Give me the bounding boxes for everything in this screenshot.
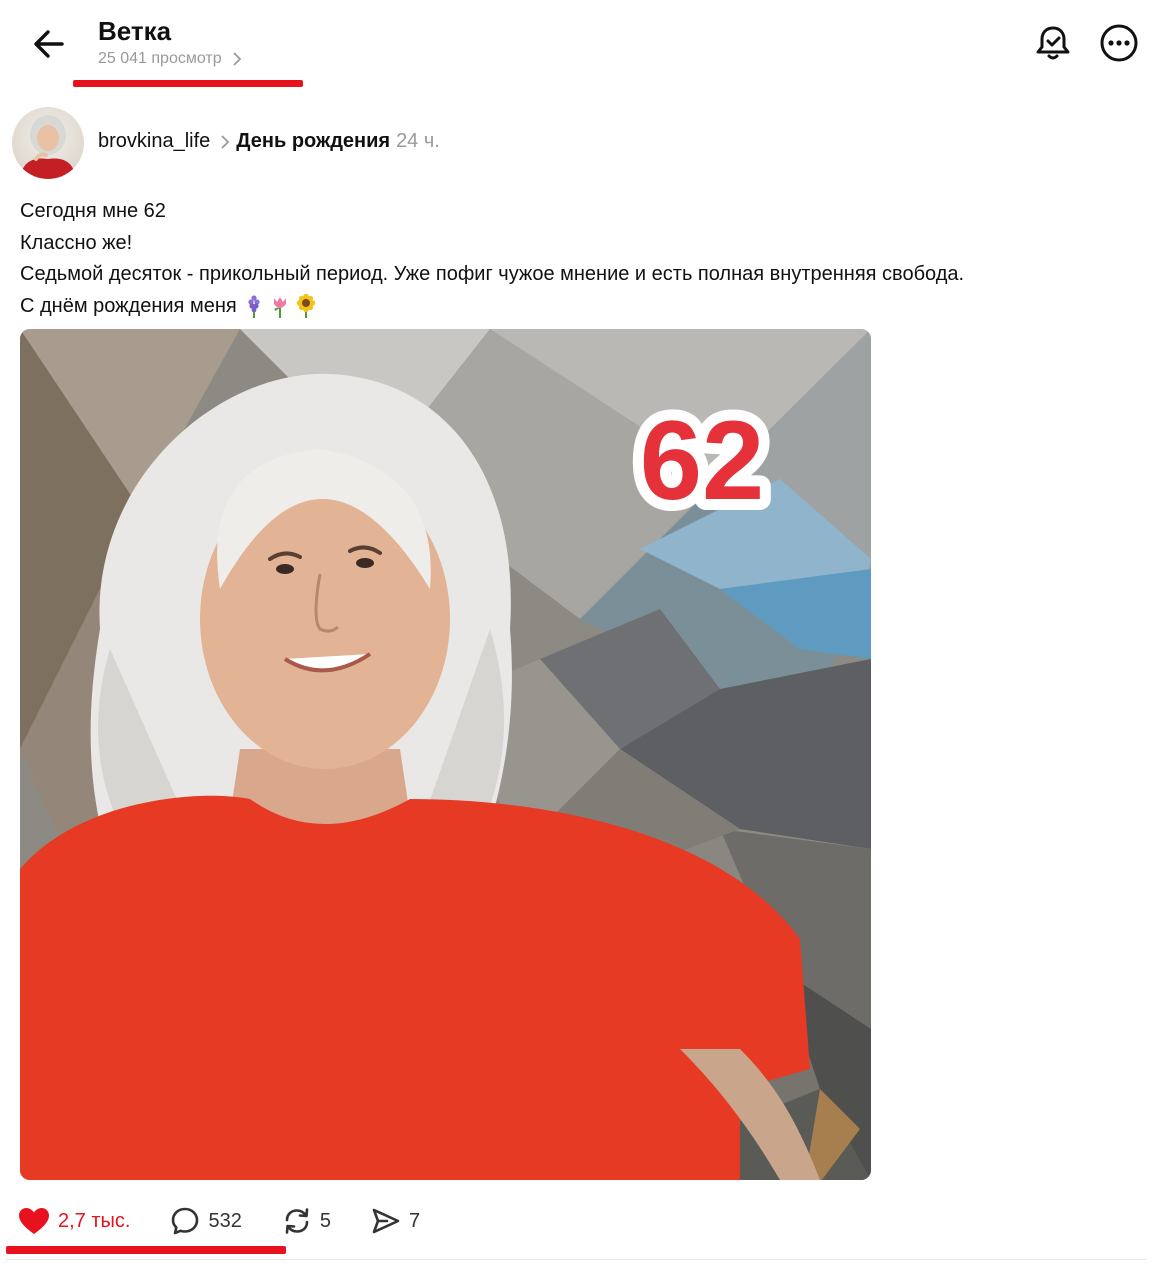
hyacinth-emoji-icon (248, 295, 260, 319)
comment-button[interactable]: 532 (170, 1206, 242, 1236)
post-line-text: С днём рождения меня (20, 294, 237, 317)
post-text: Сегодня мне 62 Классно же! Седьмой десят… (20, 196, 964, 322)
heart-icon (19, 1208, 49, 1234)
back-button[interactable] (26, 22, 74, 66)
post-actions: 2,7 тыс. 532 5 7 (18, 1204, 420, 1238)
post-line: Сегодня мне 62 (20, 200, 166, 222)
post-time: 24 ч. (396, 130, 440, 152)
back-arrow-icon (34, 30, 64, 58)
divider (6, 1259, 1146, 1260)
bell-icon (1036, 26, 1070, 60)
views-link[interactable]: 25 041 просмотр (98, 50, 242, 68)
post-line: Классно же! (20, 231, 133, 254)
sunflower-emoji-icon (296, 294, 315, 319)
chevron-right-icon (220, 134, 230, 150)
notifications-button[interactable] (1030, 20, 1076, 66)
avatar[interactable] (12, 107, 84, 179)
highlight-underline-actions (6, 1246, 286, 1254)
views-count: 25 041 просмотр (98, 50, 222, 67)
shares-count: 7 (408, 1209, 421, 1232)
author-row: brovkina_life День рождения 24 ч. (98, 130, 440, 153)
image-number: 62 (640, 398, 765, 523)
thread-name[interactable]: День рождения (236, 130, 390, 153)
post-image[interactable]: 62 62 (20, 329, 871, 1180)
more-icon (1100, 24, 1138, 62)
reposts-count: 5 (319, 1209, 331, 1232)
comment-icon (172, 1207, 199, 1235)
repost-button[interactable]: 5 (282, 1206, 331, 1236)
highlight-underline-header (73, 80, 303, 87)
post-line: Седьмой десяток - прикольный период. Уже… (20, 263, 965, 285)
repost-icon (285, 1208, 309, 1234)
post-line: С днём рождения меня (20, 291, 964, 323)
likes-count: 2,7 тыс. (58, 1209, 131, 1232)
page-title: Ветка (98, 16, 172, 46)
like-button[interactable]: 2,7 тыс. (18, 1207, 130, 1235)
comments-count: 532 (208, 1209, 242, 1232)
more-options-button[interactable] (1096, 20, 1142, 66)
chevron-right-icon (232, 52, 241, 66)
author-name[interactable]: brovkina_life (98, 130, 210, 153)
tulip-emoji-icon (273, 297, 286, 319)
send-icon (372, 1208, 400, 1234)
share-button[interactable]: 7 (371, 1206, 420, 1236)
